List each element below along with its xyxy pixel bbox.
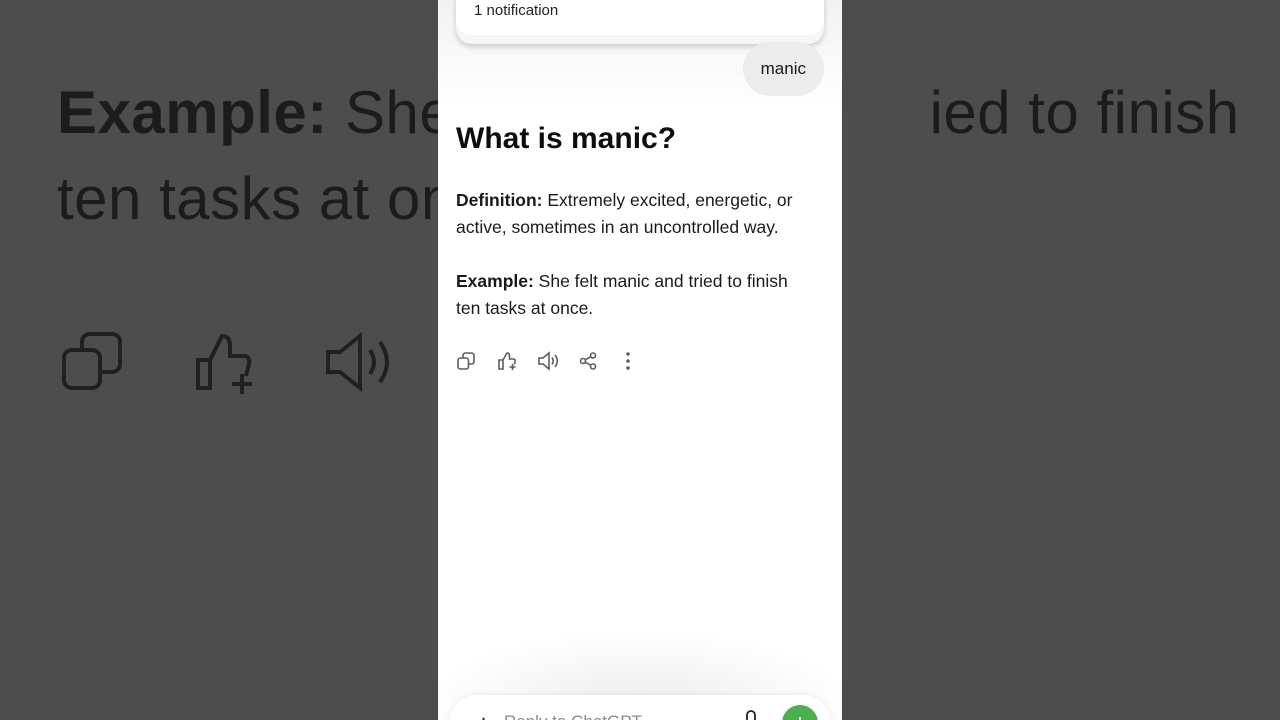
voice-mode-button[interactable] xyxy=(782,705,818,720)
background-copy-icon xyxy=(62,332,122,390)
copy-icon xyxy=(457,352,475,370)
response-actions xyxy=(456,349,659,373)
notification-text: 1 notification xyxy=(474,2,559,19)
thumbs-up-icon xyxy=(497,352,516,370)
user-message-bubble: manic xyxy=(742,42,824,96)
notification-banner[interactable]: 1 notification xyxy=(456,0,824,44)
more-options-button[interactable] xyxy=(618,349,659,373)
background-icons xyxy=(60,330,394,394)
message-composer: + xyxy=(450,695,830,720)
share-icon xyxy=(579,352,596,370)
plus-icon[interactable]: + xyxy=(476,711,491,720)
example-paragraph: Example: She felt manic and tried to fin… xyxy=(456,268,816,322)
share-button[interactable] xyxy=(578,349,619,373)
like-button[interactable] xyxy=(497,349,538,373)
example-label: Example: xyxy=(456,271,534,291)
definition-label: Definition: xyxy=(456,190,543,210)
speaker-icon xyxy=(538,351,559,371)
read-aloud-button[interactable] xyxy=(537,349,578,373)
phone-screen: 1 notification manic What is manic? Defi… xyxy=(438,0,842,720)
voice-waveform-icon xyxy=(795,717,805,720)
copy-button[interactable] xyxy=(456,349,497,373)
more-icon xyxy=(626,352,630,370)
definition-paragraph: Definition: Extremely excited, energetic… xyxy=(456,187,816,241)
background-thumbs-up-icon xyxy=(196,333,252,394)
microphone-icon[interactable] xyxy=(743,709,759,720)
message-input[interactable] xyxy=(504,710,724,720)
response-heading: What is manic? xyxy=(456,122,677,155)
background-speaker-icon xyxy=(326,331,389,393)
